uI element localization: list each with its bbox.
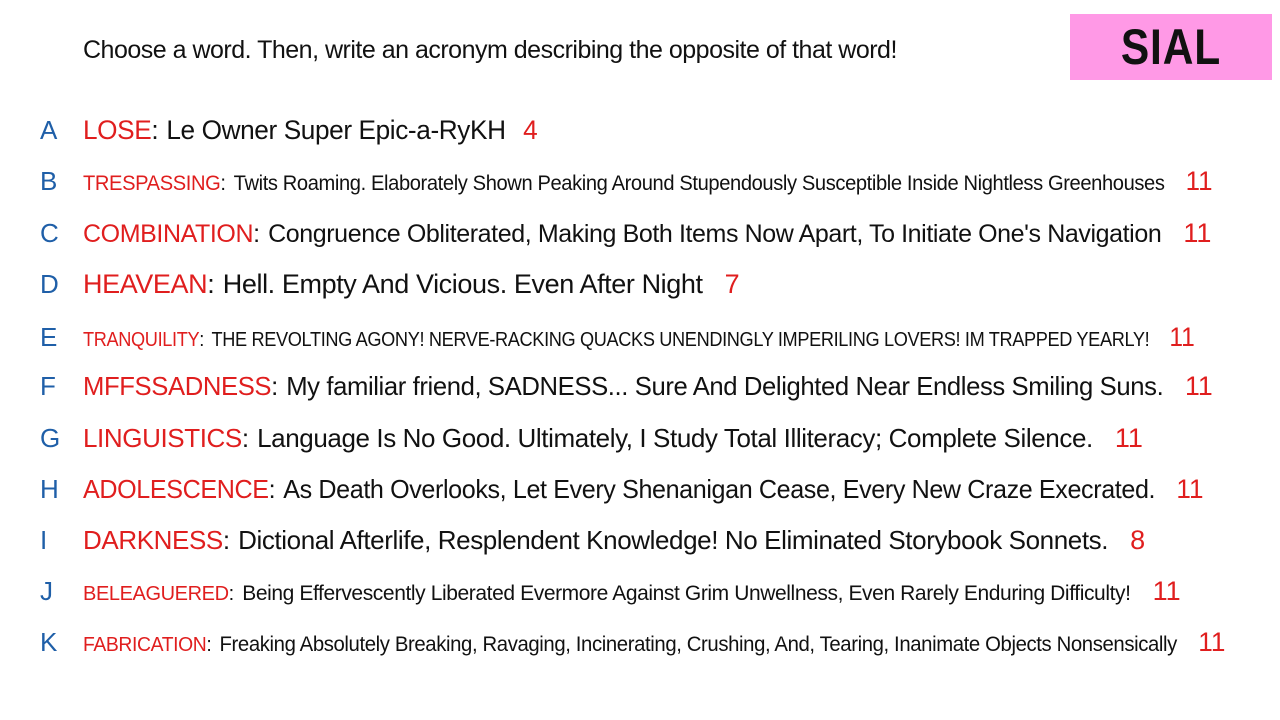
entry-letter: A — [40, 114, 58, 145]
badge-label: SIAL — [1120, 19, 1222, 75]
entry-colon: : — [241, 422, 250, 453]
entry-row: F MFFSSADNESS: My familiar friend, SADNESS… — [0, 366, 1280, 406]
entry-word: MFFSSADNESS — [83, 370, 272, 401]
entry-row: I DARKNESS: Dictional Afterlife, Resplende… — [0, 520, 1280, 560]
entry-word: TRESPASSING — [83, 171, 221, 195]
entry-content: HEAVEAN: Hell. Empty And Vicious. Even Af… — [83, 269, 740, 300]
entry-letter: F — [40, 370, 56, 401]
entry-row: B TRESPASSING: Twits Roaming. Elaborately … — [0, 161, 1280, 201]
entry-word: DARKNESS — [83, 524, 223, 555]
entry-content: TRESPASSING: Twits Roaming. Elaborately S… — [83, 166, 1212, 197]
entry-word: FABRICATION — [83, 633, 207, 656]
entry-colon: : — [228, 582, 235, 605]
entry-row: H ADOLESCENCE: As Death Overlooks, Let Eve… — [0, 469, 1280, 509]
entry-letter: G — [40, 422, 61, 453]
entry-letter: J — [40, 575, 53, 606]
entry-word: LINGUISTICS — [83, 422, 242, 453]
entry-acronym: My familiar friend, SADNESS... Sure And … — [286, 370, 1164, 401]
entry-colon: : — [253, 219, 261, 248]
entry-row: G LINGUISTICS: Language Is No Good. Ultima… — [0, 418, 1280, 458]
entry-content: LOSE: Le Owner Super Epic-a-RyKH 4 — [83, 115, 538, 146]
prompt-text: Choose a word. Then, write an acronym de… — [83, 36, 897, 64]
entry-acronym: Being Effervescently Liberated Evermore … — [242, 581, 1131, 605]
player-badge: SIAL — [1070, 14, 1272, 80]
entry-score: 11 — [1114, 422, 1143, 453]
entry-row: J BELEAGUERED: Being Effervescently Libera… — [0, 571, 1280, 611]
entry-word: HEAVEAN — [83, 268, 208, 299]
entry-score: 11 — [1169, 321, 1195, 352]
entry-content: ADOLESCENCE: As Death Overlooks, Let Ever… — [83, 474, 1203, 505]
entry-content: BELEAGUERED: Being Effervescently Liberat… — [83, 576, 1181, 607]
entry-score: 11 — [1198, 626, 1226, 657]
entry-score: 11 — [1152, 575, 1181, 606]
entry-score: 11 — [1176, 473, 1204, 504]
entry-acronym: THE REVOLTING AGONY! NERVE-RACKING QUACK… — [211, 328, 1150, 351]
entry-content: LINGUISTICS: Language Is No Good. Ultimat… — [83, 423, 1143, 454]
entry-letter: B — [40, 165, 58, 196]
entry-word: BELEAGUERED — [83, 582, 229, 605]
entry-content: DARKNESS: Dictional Afterlife, Resplenden… — [83, 525, 1145, 556]
entry-row: E TRANQUILITY: THE REVOLTING AGONY! NERVE-… — [0, 317, 1280, 357]
entry-acronym: Freaking Absolutely Breaking, Ravaging, … — [219, 632, 1178, 656]
entry-content: MFFSSADNESS: My familiar friend, SADNESS.… — [83, 371, 1213, 402]
entry-colon: : — [151, 114, 159, 145]
entry-acronym: Dictional Afterlife, Resplendent Knowled… — [238, 524, 1109, 555]
entry-acronym: Congruence Obliterated, Making Both Item… — [268, 219, 1162, 248]
entry-letter: D — [40, 268, 59, 299]
entry-colon: : — [199, 328, 205, 351]
entry-acronym: As Death Overlooks, Let Every Shenanigan… — [283, 473, 1156, 504]
entry-colon: : — [207, 268, 215, 299]
entry-colon: : — [222, 524, 231, 555]
entry-row: C COMBINATION: Congruence Obliterated, Mak… — [0, 213, 1280, 253]
entry-colon: : — [206, 633, 212, 656]
entry-row: D HEAVEAN: Hell. Empty And Vicious. Even A… — [0, 264, 1280, 304]
entry-colon: : — [220, 171, 226, 195]
entry-letter: E — [40, 321, 58, 352]
entry-score: 4 — [523, 114, 538, 145]
entry-acronym: Le Owner Super Epic-a-RyKH — [166, 114, 506, 145]
entry-colon: : — [271, 370, 279, 401]
entry-score: 11 — [1185, 165, 1213, 196]
entry-content: FABRICATION: Freaking Absolutely Breaking… — [83, 627, 1225, 658]
entry-score: 11 — [1183, 217, 1212, 248]
entry-letter: I — [40, 524, 48, 555]
entry-word: COMBINATION — [83, 219, 254, 248]
entry-word: LOSE — [83, 114, 152, 145]
entry-row: K FABRICATION: Freaking Absolutely Breakin… — [0, 622, 1280, 662]
entry-acronym: Hell. Empty And Vicious. Even After Nigh… — [222, 268, 703, 299]
entry-acronym: Language Is No Good. Ultimately, I Study… — [257, 422, 1093, 453]
entry-letter: H — [40, 473, 59, 504]
entry-score: 8 — [1130, 524, 1146, 555]
entry-letter: K — [40, 626, 58, 657]
entry-score: 7 — [724, 268, 740, 299]
entry-colon: : — [268, 473, 276, 504]
entry-word: TRANQUILITY — [83, 328, 200, 351]
entry-row: A LOSE: Le Owner Super Epic-a-RyKH 4 — [0, 110, 1280, 150]
entry-word: ADOLESCENCE — [83, 473, 269, 504]
entry-content: COMBINATION: Congruence Obliterated, Maki… — [83, 218, 1211, 249]
entry-content: TRANQUILITY: THE REVOLTING AGONY! NERVE-R… — [83, 322, 1195, 353]
entry-score: 11 — [1185, 370, 1213, 401]
entry-acronym: Twits Roaming. Elaborately Shown Peaking… — [233, 171, 1165, 195]
entry-letter: C — [40, 217, 59, 248]
